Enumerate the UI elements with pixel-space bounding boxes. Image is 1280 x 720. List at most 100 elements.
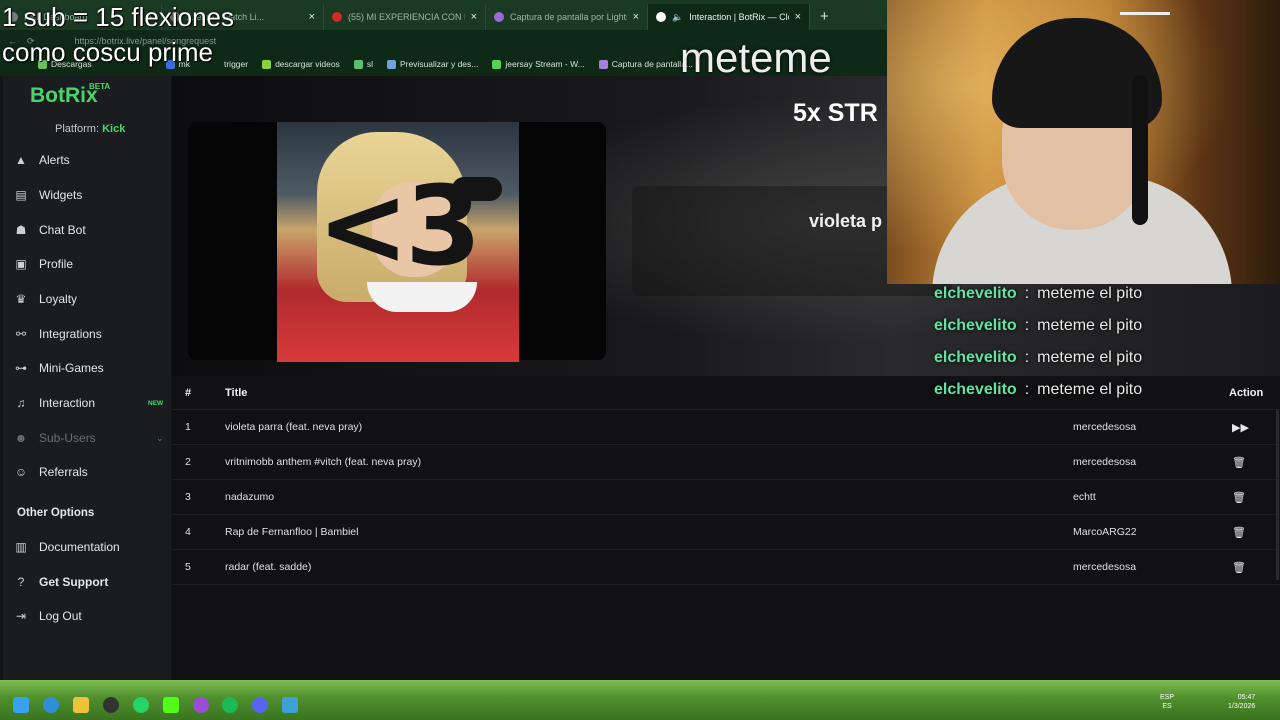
kick-icon[interactable] — [163, 697, 179, 713]
bookmark[interactable]: trigger — [224, 59, 248, 69]
album-cover-image: <3 — [277, 122, 519, 362]
table-row: 2 vritnimobb anthem #vitch (feat. neva p… — [172, 445, 1280, 480]
clock-time: 05:47 — [1237, 694, 1256, 701]
trash-icon[interactable]: 🗑 — [1232, 561, 1246, 574]
app-icon[interactable] — [193, 697, 209, 713]
row-title: Rap de Fernanfloo | Bambiel — [225, 526, 359, 538]
region-code: ES — [1162, 703, 1172, 710]
grid-icon: ▤ — [15, 188, 27, 202]
tab-label: Interaction | BotRix — Cloud... — [689, 12, 788, 22]
sidebar-item-alerts[interactable]: ▲ Alerts — [3, 145, 171, 175]
bookmark-label: Previsualizar y des... — [399, 59, 479, 69]
language-code: ESP — [1160, 694, 1175, 701]
start-icon[interactable] — [13, 697, 29, 713]
row-number: 2 — [185, 456, 191, 468]
language-indicator[interactable]: ESP ES — [1160, 693, 1174, 711]
bookmark-label: sl — [366, 59, 373, 69]
notepad-icon[interactable] — [282, 697, 298, 713]
trash-icon[interactable]: 🗑 — [1232, 491, 1246, 504]
spotify-icon[interactable] — [222, 697, 238, 713]
sidebar-item-label: Profile — [39, 257, 74, 271]
chat-separator: : — [1024, 349, 1030, 366]
clock-date: 1/3/2026 — [1228, 703, 1256, 710]
bookmark-icon — [386, 59, 396, 69]
platform-label: Platform: — [55, 123, 100, 135]
profile-card-icon: ▣ — [15, 257, 27, 271]
gamepad-icon: ⊶ — [15, 361, 27, 375]
users-icon: ☻ — [14, 431, 28, 445]
bookmark[interactable]: Previsualizar y des... — [386, 59, 479, 69]
obs-icon[interactable] — [103, 697, 119, 713]
brand-logo[interactable]: BotRix — [30, 84, 98, 108]
bookmark[interactable]: Captura de pantalla... — [598, 59, 693, 69]
chevron-down-icon: ⌄ — [156, 432, 164, 443]
row-requester: mercedesosa — [1073, 561, 1137, 573]
chat-message: elchevelito: meteme el pito — [934, 317, 1214, 335]
trash-icon[interactable]: 🗑 — [1232, 526, 1246, 539]
sidebar-item-widgets[interactable]: ▤ Widgets — [3, 180, 171, 210]
chat-text: meteme el pito — [1037, 285, 1143, 302]
warning-icon: ▲ — [15, 153, 27, 167]
table-row: 4 Rap de Fernanfloo | Bambiel MarcoARG22… — [172, 515, 1280, 550]
bookmark-label: descargar videos — [275, 59, 340, 69]
trash-icon[interactable]: 🗑 — [1232, 456, 1246, 469]
chat-username: elchevelito — [934, 317, 1017, 334]
chat-message: elchevelito: meteme el pito — [934, 381, 1214, 399]
row-number: 5 — [185, 561, 191, 573]
sidebar-item-sub-users[interactable]: ☻ Sub-Users ⌄ — [3, 423, 171, 453]
chat-separator: : — [1024, 285, 1030, 302]
system-clock[interactable]: 05:47 1/3/2026 — [1228, 693, 1255, 711]
bookmark[interactable]: jeersay Stream - W... — [492, 59, 585, 69]
bookmark[interactable]: descargar videos — [262, 59, 340, 69]
chat-username: elchevelito — [934, 381, 1017, 398]
overlay-text-sub-goal: 1 sub = 15 flexiones — [2, 2, 234, 32]
sidebar-item-get-support[interactable]: ? Get Support — [3, 567, 171, 597]
sidebar-item-integrations[interactable]: ⚯ Integrations — [3, 319, 171, 349]
other-options-heading: Other Options — [17, 507, 95, 519]
sidebar-item-label: Sub-Users — [39, 431, 96, 445]
close-tab-icon[interactable]: × — [795, 11, 801, 23]
row-requester: mercedesosa — [1073, 421, 1137, 433]
chat-text: meteme el pito — [1037, 381, 1143, 398]
row-title: violeta parra (feat. neva pray) — [225, 421, 363, 433]
sidebar-item-label: Documentation — [39, 540, 120, 554]
close-tab-icon[interactable]: × — [471, 11, 477, 23]
whatsapp-icon[interactable] — [133, 697, 149, 713]
chat-separator: : — [1024, 381, 1030, 398]
sidebar-item-mini-games[interactable]: ⊶ Mini-Games — [3, 353, 171, 383]
new-tab-button[interactable]: + — [810, 4, 839, 30]
music-note-icon: ♫ — [16, 396, 26, 410]
discord-icon[interactable] — [252, 697, 268, 713]
browser-tab[interactable]: (55) MI EXPERIENCIA CON DYLAN... × — [324, 4, 486, 30]
sidebar-item-loyalty[interactable]: ♛ Loyalty — [3, 284, 171, 314]
robot-icon: ☗ — [15, 223, 27, 237]
row-requester: echtt — [1073, 491, 1096, 503]
sidebar-item-profile[interactable]: ▣ Profile — [3, 249, 171, 279]
close-tab-icon[interactable]: × — [309, 11, 315, 23]
bookmark-label: jeersay Stream - W... — [505, 59, 585, 69]
chat-separator: : — [1024, 317, 1030, 334]
browser-tab-active[interactable]: 🔈 Interaction | BotRix — Cloud... × — [648, 4, 810, 30]
file-explorer-icon[interactable] — [73, 697, 89, 713]
scrollbar[interactable] — [1276, 410, 1279, 580]
edge-icon[interactable] — [43, 697, 59, 713]
sidebar-item-referrals[interactable]: ☺ Referrals — [3, 457, 171, 487]
close-tab-icon[interactable]: × — [633, 11, 639, 23]
sidebar-item-label: Log Out — [39, 609, 82, 623]
bookmark[interactable]: sl — [353, 59, 373, 69]
sidebar-item-log-out[interactable]: ⇥ Log Out — [3, 601, 171, 631]
row-number: 4 — [185, 526, 191, 538]
skip-forward-icon[interactable]: ▶▶ — [1232, 421, 1249, 434]
browser-tab[interactable]: Captura de pantalla por Lightshot × — [486, 4, 648, 30]
now-playing-title: violeta p — [809, 211, 883, 231]
bookmark-icon — [598, 59, 608, 69]
table-row: 5 radar (feat. sadde) mercedesosa 🗑 — [172, 550, 1280, 585]
sidebar-item-documentation[interactable]: ▥ Documentation — [3, 532, 171, 562]
book-icon: ▥ — [15, 540, 27, 554]
webcam-headset-shape — [1132, 75, 1148, 225]
sidebar-item-interaction[interactable]: ♫ Interaction NEW — [3, 388, 171, 418]
header-title: Title — [225, 386, 248, 399]
screen: Kick Dashboard × ...ream - Watch Li... × (… — [0, 0, 1280, 720]
sidebar-item-chat-bot[interactable]: ☗ Chat Bot — [3, 215, 171, 245]
row-title: radar (feat. sadde) — [225, 561, 312, 573]
